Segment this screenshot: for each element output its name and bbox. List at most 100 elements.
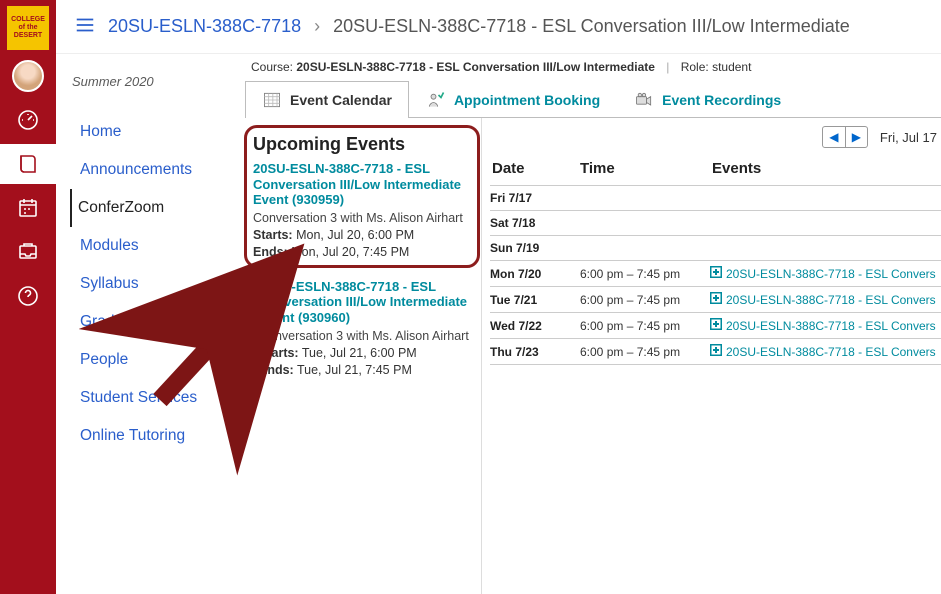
col-header-time: Time xyxy=(580,160,710,177)
sidebar-inbox[interactable] xyxy=(0,232,56,272)
course-nav-home[interactable]: Home xyxy=(72,113,231,151)
course-name-label: 20SU-ESLN-388C-7718 - ESL Conversation I… xyxy=(296,60,655,74)
col-header-events: Events xyxy=(710,160,941,177)
sidebar-account[interactable] xyxy=(0,56,56,96)
sidebar-calendar[interactable] xyxy=(0,188,56,228)
upcoming-event-highlighted: Upcoming Events 20SU-ESLN-388C-7718 - ES… xyxy=(247,128,477,265)
event-end-time: Ends: Mon, Jul 20, 7:45 PM xyxy=(253,245,471,259)
cal-date-cell: Thu 7/23 xyxy=(490,345,580,359)
dashboard-icon xyxy=(16,108,40,132)
cal-time-cell: 6:00 pm – 7:45 pm xyxy=(580,293,710,307)
expand-icon xyxy=(710,318,722,333)
tab-label: Event Recordings xyxy=(662,92,781,108)
course-nav-syllabus[interactable]: Syllabus xyxy=(72,265,231,303)
calendar-grid-icon xyxy=(262,90,282,110)
course-nav-people[interactable]: People xyxy=(72,341,231,379)
role-value: student xyxy=(712,60,751,74)
tab-label: Event Calendar xyxy=(290,92,392,108)
cal-date-cell: Sun 7/19 xyxy=(490,241,580,255)
cal-event-cell[interactable]: 20SU-ESLN-388C-7718 - ESL Convers xyxy=(710,292,941,307)
college-logo[interactable]: COLLEGE of the DESERT xyxy=(5,4,51,52)
tab-event-calendar[interactable]: Event Calendar xyxy=(245,81,409,118)
sidebar-courses[interactable] xyxy=(0,144,56,184)
expand-icon xyxy=(710,344,722,359)
event-start-time: Starts: Tue, Jul 21, 6:00 PM xyxy=(259,346,469,360)
breadcrumb-separator: › xyxy=(314,16,320,36)
calendar-prev-button[interactable]: ◀ xyxy=(823,127,845,147)
tool-body: Upcoming Events 20SU-ESLN-388C-7718 - ES… xyxy=(241,118,941,594)
calendar-row: Sat 7/18 xyxy=(490,211,941,236)
hamburger-icon xyxy=(74,14,96,36)
event-description: Conversation 3 with Ms. Alison Airhart xyxy=(259,329,469,343)
tab-bar: Event Calendar Appointment Booking Event… xyxy=(245,80,941,118)
divider: | xyxy=(666,60,669,74)
help-icon xyxy=(16,284,40,308)
calendar-row: Tue 7/216:00 pm – 7:45 pm20SU-ESLN-388C-… xyxy=(490,287,941,313)
tab-appointment-booking[interactable]: Appointment Booking xyxy=(409,81,617,118)
calendar-row: Wed 7/226:00 pm – 7:45 pm 20SU-ESLN-388C-… xyxy=(490,313,941,339)
appointment-icon xyxy=(426,90,446,110)
tool-pane: Course: 20SU-ESLN-388C-7718 - ESL Conver… xyxy=(241,54,941,594)
sidebar-dashboard[interactable] xyxy=(0,100,56,140)
breadcrumb-page-title: 20SU-ESLN-388C-7718 - ESL Conversation I… xyxy=(333,16,850,36)
cal-time-cell: 6:00 pm – 7:45 pm xyxy=(580,319,710,333)
event-description: Conversation 3 with Ms. Alison Airhart xyxy=(253,211,471,225)
breadcrumb-course-link[interactable]: 20SU-ESLN-388C-7718 xyxy=(108,16,301,36)
content-area: Summer 2020 HomeAnnouncementsConferZoomM… xyxy=(56,54,941,594)
cal-date-cell: Tue 7/21 xyxy=(490,293,580,307)
inbox-icon xyxy=(16,240,40,264)
cal-date-cell: Sat 7/18 xyxy=(490,216,580,230)
global-sidebar: COLLEGE of the DESERT xyxy=(0,0,56,594)
calendar-row: Thu 7/236:00 pm – 7:45 pm 20SU-ESLN-388C-… xyxy=(490,339,941,365)
menu-toggle-button[interactable] xyxy=(74,14,96,39)
course-nav-grades[interactable]: Grades xyxy=(72,303,231,341)
course-prefix-label: Course: xyxy=(251,60,296,74)
course-nav-conferzoom[interactable]: ConferZoom xyxy=(70,189,231,227)
topbar: 20SU-ESLN-388C-7718 › 20SU-ESLN-388C-771… xyxy=(56,0,941,54)
course-nav-modules[interactable]: Modules xyxy=(72,227,231,265)
upcoming-heading: Upcoming Events xyxy=(253,134,471,155)
event-end-time: Ends: Tue, Jul 21, 7:45 PM xyxy=(259,363,469,377)
book-icon xyxy=(16,152,40,176)
col-header-date: Date xyxy=(490,160,580,177)
expand-icon xyxy=(710,266,722,281)
calendar-toolbar: ◀ ▶ Fri, Jul 17 xyxy=(490,126,941,152)
upcoming-event: 20SU-ESLN-388C-7718 - ESL Conversation I… xyxy=(257,275,471,387)
sidebar-help[interactable] xyxy=(0,276,56,316)
calendar-next-button[interactable]: ▶ xyxy=(845,127,867,147)
course-nav: Summer 2020 HomeAnnouncementsConferZoomM… xyxy=(56,54,241,594)
cal-event-link: 20SU-ESLN-388C-7718 - ESL Convers xyxy=(726,319,936,333)
tool-header: Course: 20SU-ESLN-388C-7718 - ESL Conver… xyxy=(241,60,941,80)
cal-time-cell: 6:00 pm – 7:45 pm xyxy=(580,345,710,359)
calendar-nav-buttons: ◀ ▶ xyxy=(822,126,868,148)
role-prefix-label: Role: xyxy=(681,60,712,74)
tab-event-recordings[interactable]: Event Recordings xyxy=(617,81,798,118)
course-nav-announcements[interactable]: Announcements xyxy=(72,151,231,189)
course-nav-online-tutoring[interactable]: Online Tutoring xyxy=(72,417,231,455)
cal-event-link: 20SU-ESLN-388C-7718 - ESL Convers xyxy=(726,267,936,281)
event-link[interactable]: 20SU-ESLN-388C-7718 - ESL Conversation I… xyxy=(253,161,471,208)
term-label: Summer 2020 xyxy=(72,74,231,89)
calendar-row: Mon 7/206:00 pm – 7:45 pm 20SU-ESLN-388C-… xyxy=(490,261,941,287)
event-start-time: Starts: Mon, Jul 20, 6:00 PM xyxy=(253,228,471,242)
cal-event-cell[interactable]: 20SU-ESLN-388C-7718 - ESL Convers xyxy=(710,318,941,333)
cal-event-cell[interactable]: 20SU-ESLN-388C-7718 - ESL Convers xyxy=(710,266,941,281)
tab-label: Appointment Booking xyxy=(454,92,600,108)
cal-event-link: 20SU-ESLN-388C-7718 - ESL Convers xyxy=(726,345,936,359)
calendar-header-row: Date Time Events xyxy=(490,152,941,186)
avatar-icon xyxy=(12,60,44,92)
calendar-current-date: Fri, Jul 17 xyxy=(880,130,937,145)
cal-event-cell[interactable]: 20SU-ESLN-388C-7718 - ESL Convers xyxy=(710,344,941,359)
cal-time-cell: 6:00 pm – 7:45 pm xyxy=(580,267,710,281)
cal-date-cell: Wed 7/22 xyxy=(490,319,580,333)
expand-icon xyxy=(710,292,722,307)
event-link[interactable]: 20SU-ESLN-388C-7718 - ESL Conversation I… xyxy=(259,279,469,326)
cal-date-cell: Mon 7/20 xyxy=(490,267,580,281)
breadcrumb: 20SU-ESLN-388C-7718 › 20SU-ESLN-388C-771… xyxy=(108,16,850,37)
upcoming-panel: Upcoming Events 20SU-ESLN-388C-7718 - ES… xyxy=(241,118,481,594)
calendar-icon xyxy=(16,196,40,220)
course-nav-student-services[interactable]: Student Services xyxy=(72,379,231,417)
cal-date-cell: Fri 7/17 xyxy=(490,191,580,205)
video-camera-icon xyxy=(634,90,654,110)
main-area: 20SU-ESLN-388C-7718 › 20SU-ESLN-388C-771… xyxy=(56,0,941,594)
